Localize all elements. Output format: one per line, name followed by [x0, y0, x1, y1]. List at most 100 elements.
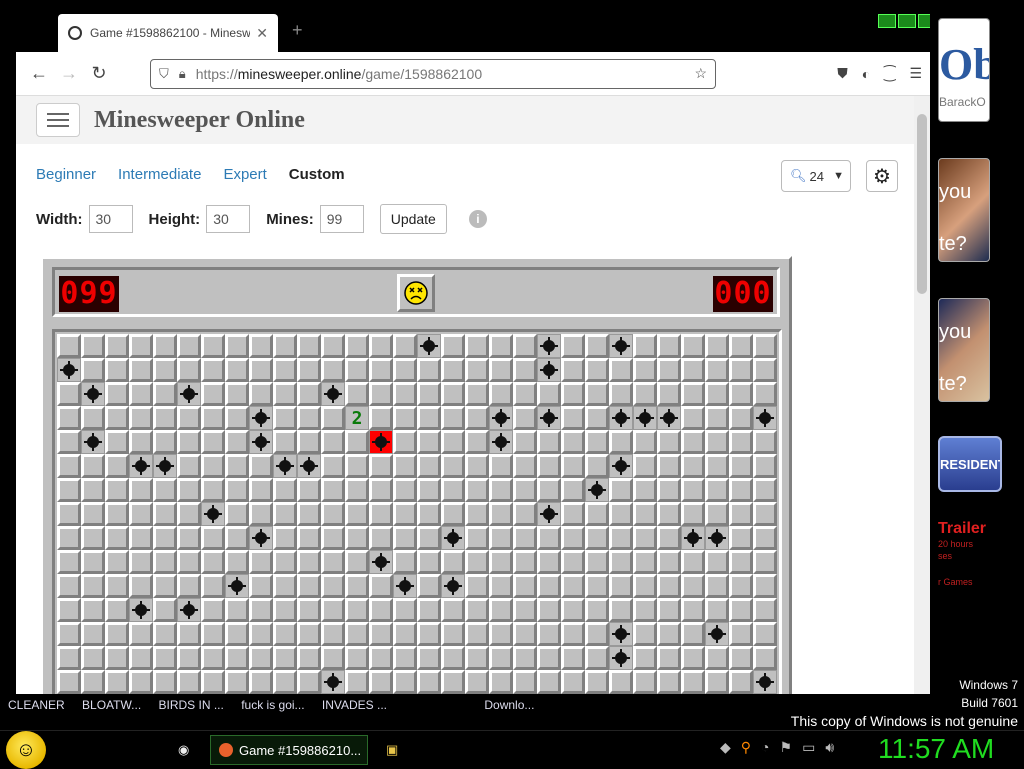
hidden-cell[interactable] [585, 358, 609, 382]
hidden-cell[interactable] [657, 382, 681, 406]
hidden-cell[interactable] [369, 334, 393, 358]
mine-cell[interactable] [537, 406, 561, 430]
hidden-cell[interactable] [297, 598, 321, 622]
hidden-cell[interactable] [705, 358, 729, 382]
hidden-cell[interactable] [681, 646, 705, 670]
mine-cell[interactable] [177, 382, 201, 406]
exploded-mine-cell[interactable] [369, 430, 393, 454]
hamburger-menu-button[interactable] [36, 103, 80, 137]
close-tab-icon[interactable]: ✕ [256, 25, 268, 42]
mine-cell[interactable] [201, 502, 225, 526]
hidden-cell[interactable] [681, 574, 705, 598]
hidden-cell[interactable] [249, 670, 273, 694]
hidden-cell[interactable] [729, 334, 753, 358]
hidden-cell[interactable] [105, 358, 129, 382]
lock-icon[interactable]: 🔒︎ [179, 66, 186, 82]
hidden-cell[interactable] [153, 478, 177, 502]
hidden-cell[interactable] [273, 598, 297, 622]
hidden-cell[interactable] [273, 406, 297, 430]
hidden-cell[interactable] [369, 478, 393, 502]
width-input[interactable] [89, 205, 133, 233]
hidden-cell[interactable] [657, 598, 681, 622]
hidden-cell[interactable] [537, 574, 561, 598]
ad-portrait-1[interactable]: you te? [938, 158, 990, 262]
hidden-cell[interactable] [225, 526, 249, 550]
mine-cell[interactable] [393, 574, 417, 598]
hidden-cell[interactable] [369, 358, 393, 382]
hidden-cell[interactable] [657, 646, 681, 670]
hidden-cell[interactable] [297, 574, 321, 598]
mode-expert-link[interactable]: Expert [223, 166, 266, 183]
hidden-cell[interactable] [537, 550, 561, 574]
hidden-cell[interactable] [465, 358, 489, 382]
mine-cell[interactable] [609, 646, 633, 670]
hidden-cell[interactable] [489, 502, 513, 526]
hidden-cell[interactable] [297, 334, 321, 358]
ad-trailer[interactable]: Trailer 20 hours ses r Games [938, 520, 1018, 600]
hidden-cell[interactable] [393, 478, 417, 502]
hidden-cell[interactable] [633, 358, 657, 382]
hidden-cell[interactable] [345, 598, 369, 622]
hidden-cell[interactable] [177, 574, 201, 598]
hidden-cell[interactable] [105, 478, 129, 502]
hidden-cell[interactable] [489, 334, 513, 358]
hidden-cell[interactable] [249, 598, 273, 622]
hidden-cell[interactable] [225, 454, 249, 478]
hidden-cell[interactable] [129, 670, 153, 694]
chrome-icon[interactable]: ◉ [178, 737, 189, 763]
hidden-cell[interactable] [753, 478, 777, 502]
hidden-cell[interactable] [441, 502, 465, 526]
hidden-cell[interactable] [585, 622, 609, 646]
hidden-cell[interactable] [705, 598, 729, 622]
hidden-cell[interactable] [417, 502, 441, 526]
mine-cell[interactable] [609, 454, 633, 478]
hidden-cell[interactable] [417, 670, 441, 694]
hidden-cell[interactable] [201, 622, 225, 646]
hidden-cell[interactable] [537, 670, 561, 694]
hidden-cell[interactable] [225, 358, 249, 382]
hidden-cell[interactable] [561, 526, 585, 550]
hidden-cell[interactable] [561, 334, 585, 358]
mine-cell[interactable] [321, 670, 345, 694]
hidden-cell[interactable] [105, 598, 129, 622]
hidden-cell[interactable] [657, 334, 681, 358]
hidden-cell[interactable] [249, 502, 273, 526]
hidden-cell[interactable] [465, 382, 489, 406]
hidden-cell[interactable] [57, 622, 81, 646]
hidden-cell[interactable] [321, 598, 345, 622]
hidden-cell[interactable] [393, 646, 417, 670]
hidden-cell[interactable] [225, 550, 249, 574]
hidden-cell[interactable] [57, 430, 81, 454]
hidden-cell[interactable] [225, 502, 249, 526]
hidden-cell[interactable] [369, 526, 393, 550]
dead-face-button[interactable] [397, 274, 435, 312]
hidden-cell[interactable] [657, 478, 681, 502]
hidden-cell[interactable] [321, 406, 345, 430]
hidden-cell[interactable] [441, 598, 465, 622]
hidden-cell[interactable] [729, 646, 753, 670]
hidden-cell[interactable] [105, 550, 129, 574]
hidden-cell[interactable] [81, 670, 105, 694]
hidden-cell[interactable] [609, 526, 633, 550]
desktop-icon-label[interactable]: fuck is goi... [241, 698, 304, 712]
mine-cell[interactable] [609, 334, 633, 358]
hidden-cell[interactable] [633, 454, 657, 478]
hidden-cell[interactable] [225, 670, 249, 694]
hidden-cell[interactable] [513, 598, 537, 622]
hidden-cell[interactable] [105, 670, 129, 694]
mine-cell[interactable] [753, 670, 777, 694]
hidden-cell[interactable] [729, 406, 753, 430]
hidden-cell[interactable] [417, 646, 441, 670]
hidden-cell[interactable] [657, 454, 681, 478]
hidden-cell[interactable] [177, 430, 201, 454]
hidden-cell[interactable] [489, 358, 513, 382]
hidden-cell[interactable] [561, 646, 585, 670]
mine-cell[interactable] [537, 358, 561, 382]
hidden-cell[interactable] [57, 526, 81, 550]
hidden-cell[interactable] [297, 382, 321, 406]
hidden-cell[interactable] [345, 478, 369, 502]
hidden-cell[interactable] [177, 334, 201, 358]
hidden-cell[interactable] [489, 598, 513, 622]
close-window-button[interactable] [918, 14, 930, 28]
hidden-cell[interactable] [729, 430, 753, 454]
